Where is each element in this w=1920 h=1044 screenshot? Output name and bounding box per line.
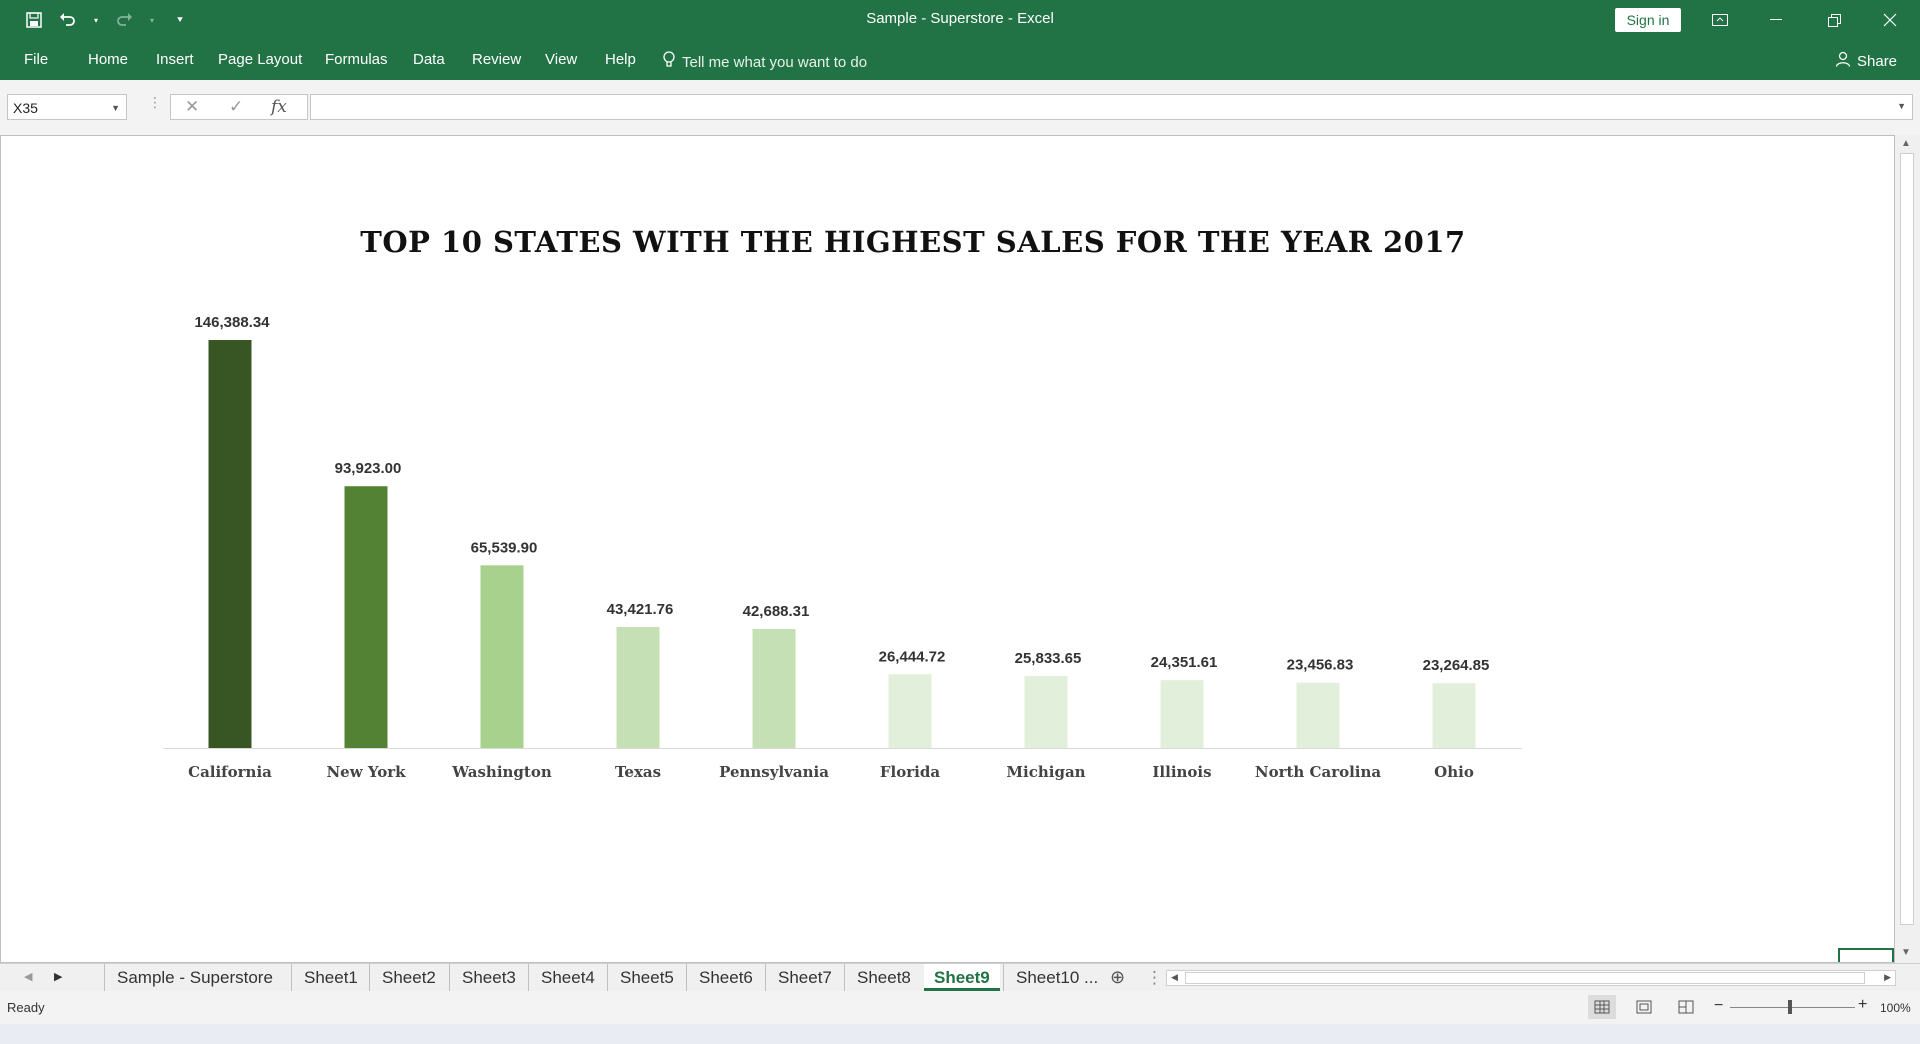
normal-view-icon[interactable]	[1588, 995, 1616, 1019]
bar-new-york[interactable]	[344, 486, 388, 748]
tab-scroll-right-icon[interactable]: ▶	[54, 964, 62, 991]
horizontal-scrollbar[interactable]: ◀ ▶	[1166, 970, 1896, 986]
zoom-out-icon[interactable]: −	[1714, 997, 1723, 1015]
tab-splitter-icon[interactable]: ⋮	[1146, 964, 1163, 991]
data-label: 23,264.85	[1423, 657, 1490, 674]
tab-sheet3[interactable]: Sheet3	[449, 964, 516, 991]
data-label: 23,456.83	[1287, 657, 1354, 674]
scroll-up-icon[interactable]: ▲	[1901, 138, 1911, 149]
tab-sheet9[interactable]: Sheet9	[924, 964, 1000, 991]
bar-michigan[interactable]	[1024, 675, 1068, 748]
tab-scroll-left-icon[interactable]: ◀	[24, 964, 32, 991]
tab-sheet1[interactable]: Sheet1	[291, 964, 358, 991]
category-label: Texas	[615, 763, 661, 781]
data-label: 25,833.65	[1015, 650, 1082, 667]
category-label: Pennsylvania	[719, 763, 829, 781]
tab-sheet7[interactable]: Sheet7	[765, 964, 832, 991]
tab-sheet4[interactable]: Sheet4	[528, 964, 595, 991]
zoom-level[interactable]: 100%	[1880, 1001, 1911, 1015]
category-label: New York	[326, 763, 406, 781]
category-label: North Carolina	[1255, 763, 1382, 781]
new-sheet-icon[interactable]: ⊕	[1110, 964, 1125, 991]
data-label: 43,421.76	[607, 601, 674, 618]
horizontal-scroll-thumb[interactable]	[1185, 972, 1865, 984]
bar-ohio[interactable]	[1432, 683, 1476, 748]
sheet-tab-bar: ◀ ▶ Sample - Superstore Sheet1 Sheet2 Sh…	[0, 963, 1920, 992]
status-bar: Ready − + 100%	[0, 991, 1920, 1024]
category-label: Michigan	[1006, 763, 1085, 781]
data-label: 93,923.00	[335, 460, 402, 477]
category-label: California	[188, 763, 272, 781]
tab-sheet8[interactable]: Sheet8	[844, 964, 911, 991]
taskbar-strip	[0, 1024, 1920, 1044]
data-label: 146,388.34	[194, 314, 270, 331]
tab-sample-superstore[interactable]: Sample - Superstore	[104, 964, 273, 991]
tab-sheet2[interactable]: Sheet2	[369, 964, 436, 991]
tab-sheet6[interactable]: Sheet6	[686, 964, 753, 991]
bar-florida[interactable]	[888, 674, 932, 748]
bar-washington[interactable]	[480, 565, 524, 748]
category-label: Washington	[451, 763, 552, 781]
category-label: Ohio	[1434, 763, 1474, 781]
tab-sheet5[interactable]: Sheet5	[607, 964, 674, 991]
zoom-in-icon[interactable]: +	[1858, 996, 1867, 1014]
category-label: Illinois	[1152, 763, 1211, 781]
bar-north-carolina[interactable]	[1296, 682, 1340, 748]
scroll-right-icon[interactable]: ▶	[1884, 972, 1891, 983]
data-label: 65,539.90	[471, 539, 538, 556]
zoom-slider-thumb[interactable]	[1788, 1000, 1792, 1014]
category-label: Florida	[880, 763, 940, 781]
bar-illinois[interactable]	[1160, 680, 1204, 748]
data-label: 24,351.61	[1151, 654, 1218, 671]
scroll-left-icon[interactable]: ◀	[1171, 972, 1178, 983]
bar-chart[interactable]: 146,388.34 California 93,923.00 New York 65,…	[0, 0, 1895, 963]
zoom-slider-track[interactable]	[1730, 1007, 1855, 1008]
data-label: 26,444.72	[879, 648, 946, 665]
vertical-scroll-thumb[interactable]	[1900, 153, 1914, 925]
bar-texas[interactable]	[616, 626, 660, 748]
status-text: Ready	[7, 1000, 45, 1015]
bar-california[interactable]	[208, 340, 252, 748]
page-layout-view-icon[interactable]	[1630, 995, 1658, 1019]
vertical-scrollbar[interactable]: ▲ ▼	[1895, 135, 1920, 963]
bar-pennsylvania[interactable]	[752, 629, 796, 748]
page-break-view-icon[interactable]	[1672, 995, 1700, 1019]
data-label: 42,688.31	[743, 603, 810, 620]
scroll-down-icon[interactable]: ▼	[1901, 947, 1911, 958]
tab-sheet10[interactable]: Sheet10 ...	[1003, 964, 1098, 991]
selected-cell	[1838, 948, 1894, 962]
expand-formula-bar-icon[interactable]: ▼	[1897, 101, 1906, 111]
